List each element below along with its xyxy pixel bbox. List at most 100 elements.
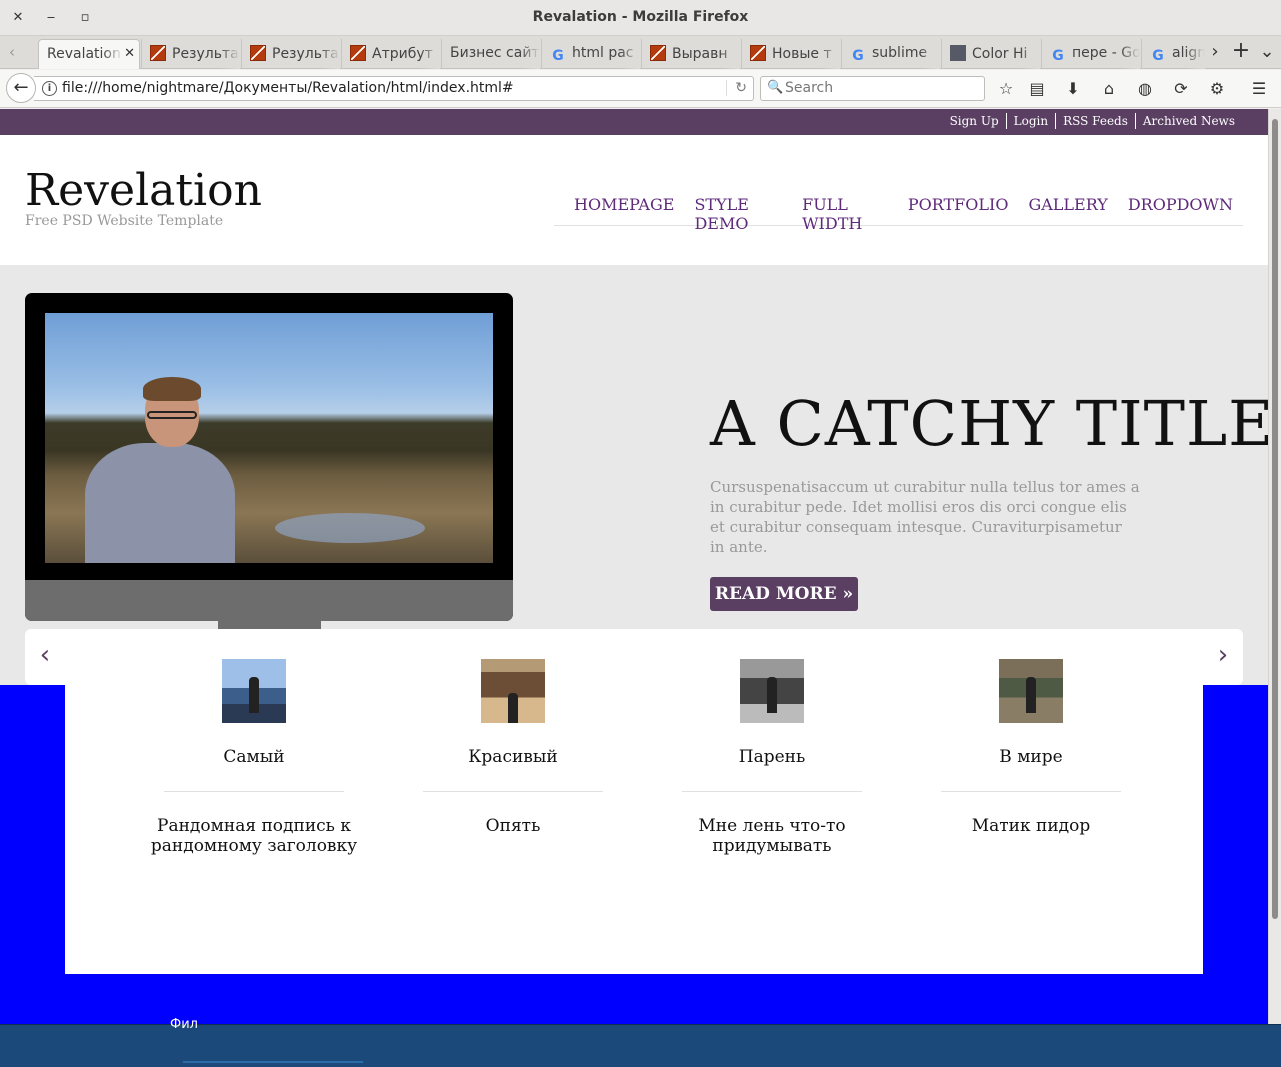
list-all-tabs-icon[interactable]: ⌄: [1256, 41, 1278, 62]
card-caption: Матик пидор: [971, 816, 1091, 836]
tab-strip: ‹ Revalation ✕ Результа Результа Атрибут…: [0, 36, 1281, 69]
scrollbar-thumb[interactable]: [1272, 119, 1278, 919]
site-title[interactable]: Revelation: [25, 165, 262, 216]
carousel-next-button[interactable]: ›: [1203, 629, 1243, 685]
card-divider: [164, 791, 344, 792]
nav-gallery[interactable]: GALLERY: [1028, 195, 1107, 225]
card-divider: [682, 791, 862, 792]
downloads-icon[interactable]: ⬇: [1062, 78, 1084, 100]
nav-full-width[interactable]: FULL WIDTH: [802, 195, 888, 233]
card-thumbnail[interactable]: [222, 659, 286, 723]
carousel: Самый Рандомная подпись к рандомному заг…: [65, 629, 1203, 974]
nav-portfolio[interactable]: PORTFOLIO: [908, 195, 1009, 225]
orange-grid-icon: [350, 45, 366, 61]
url-text: file:///home/nightmare/Документы/Revalat…: [62, 80, 514, 96]
carousel-prev-button[interactable]: ‹: [25, 629, 65, 685]
search-placeholder: Search: [785, 80, 834, 96]
hero-title: A CATCHY TITLE: [710, 387, 1268, 460]
page-scrollbar[interactable]: [1268, 109, 1281, 1024]
card-caption: Рандомная подпись к рандомному заголовку: [150, 816, 358, 856]
login-link[interactable]: Login: [1005, 113, 1055, 129]
tab-atribut[interactable]: Атрибут: [341, 39, 440, 69]
tab-label: sublime: [872, 45, 928, 61]
carousel-card: В мире Матик пидор: [921, 659, 1141, 836]
card-title: Самый: [223, 747, 285, 767]
card-caption: Мне лень что-то придумывать: [698, 816, 846, 856]
google-icon: G: [1152, 48, 1164, 64]
orange-grid-icon: [150, 45, 166, 61]
tabs-scroll-left-icon[interactable]: ‹: [2, 42, 22, 62]
new-tab-icon[interactable]: +: [1230, 38, 1252, 63]
reload-icon[interactable]: ↻: [726, 80, 747, 96]
nav-homepage[interactable]: HOMEPAGE: [574, 195, 674, 225]
rss-feeds-link[interactable]: RSS Feeds: [1055, 113, 1135, 129]
read-more-button[interactable]: READ MORE »: [710, 577, 858, 611]
nav-style-demo[interactable]: STYLE DEMO: [694, 195, 782, 233]
card-divider: [423, 791, 603, 792]
main-nav: HOMEPAGE STYLE DEMO FULL WIDTH PORTFOLIO…: [554, 195, 1243, 233]
card-title: Парень: [738, 747, 806, 767]
monitor-frame: [25, 293, 513, 621]
navigation-toolbar: i file:///home/nightmare/Документы/Reval…: [0, 70, 1281, 108]
tab-rezultat-2[interactable]: Результа: [241, 39, 340, 69]
nav-dropdown[interactable]: DROPDOWN: [1128, 195, 1233, 225]
carousel-card: Парень Мне лень что-то придумывать: [662, 659, 882, 856]
monitor-base: [25, 580, 513, 621]
tab-biznes-sayt[interactable]: Бизнес сайт: [441, 39, 540, 69]
hamburger-menu-icon[interactable]: ☰: [1248, 78, 1270, 100]
desktop-panel: Фил: [0, 1017, 1281, 1067]
top-links: Sign Up Login RSS Feeds Archived News: [943, 113, 1242, 129]
home-icon[interactable]: ⌂: [1098, 78, 1120, 100]
site-header: Revelation Free PSD Website Template HOM…: [0, 135, 1268, 265]
card-thumbnail[interactable]: [740, 659, 804, 723]
tab-align[interactable]: Galign: [1141, 39, 1205, 69]
card-title: Красивый: [468, 747, 558, 767]
carousel-card: Красивый Опять: [403, 659, 623, 836]
google-icon: G: [552, 48, 564, 64]
google-icon: G: [852, 48, 864, 64]
hero-section: A CATCHY TITLE Cursuspenatisaccum ut cur…: [0, 265, 1268, 685]
bookmark-star-icon[interactable]: ☆: [995, 78, 1017, 100]
search-input[interactable]: 🔍 Search: [760, 76, 985, 101]
desktop-panel-label: Фил: [170, 1017, 198, 1032]
url-bar[interactable]: i file:///home/nightmare/Документы/Reval…: [34, 76, 754, 101]
desktop-panel-indicator: [183, 1061, 363, 1063]
orange-grid-icon: [650, 45, 666, 61]
vpn-globe-icon[interactable]: ◍: [1134, 78, 1156, 100]
tabs-scroll-right-icon[interactable]: ›: [1204, 41, 1226, 62]
tab-revalation[interactable]: Revalation ✕: [38, 39, 140, 69]
card-divider: [941, 791, 1121, 792]
sync-icon[interactable]: ⟳: [1170, 78, 1192, 100]
back-button[interactable]: ←: [6, 73, 36, 103]
card-caption: Опять: [485, 816, 541, 836]
tab-rezultat-1[interactable]: Результа: [141, 39, 240, 69]
site-tagline: Free PSD Website Template: [25, 213, 224, 229]
grey-square-icon: [950, 45, 966, 61]
card-thumbnail[interactable]: [481, 659, 545, 723]
carousel-card: Самый Рандомная подпись к рандомному заг…: [144, 659, 364, 856]
hero-text: Cursuspenatisaccum ut curabitur nulla te…: [710, 478, 1140, 556]
page-viewport: Sign Up Login RSS Feeds Archived News Re…: [0, 109, 1268, 1024]
google-icon: G: [1052, 48, 1064, 64]
tab-novye[interactable]: Новые т: [741, 39, 840, 69]
tab-pere[interactable]: Gпере - Go: [1041, 39, 1140, 69]
extension-icon[interactable]: ⚙: [1206, 78, 1228, 100]
bookmarks-menu-icon[interactable]: ▤: [1026, 78, 1048, 100]
tab-html-pac[interactable]: Ghtml pac: [541, 39, 640, 69]
archived-news-link[interactable]: Archived News: [1134, 113, 1242, 129]
top-links-bar: Sign Up Login RSS Feeds Archived News: [0, 109, 1268, 135]
tab-vyravn[interactable]: Выравн: [641, 39, 740, 69]
card-thumbnail[interactable]: [999, 659, 1063, 723]
tab-color-hi[interactable]: Color Hi: [941, 39, 1040, 69]
card-title: В мире: [999, 747, 1063, 767]
orange-grid-icon: [250, 45, 266, 61]
tab-close-icon[interactable]: ✕: [124, 46, 135, 61]
sign-up-link[interactable]: Sign Up: [943, 113, 1006, 129]
orange-grid-icon: [750, 45, 766, 61]
info-icon[interactable]: i: [42, 81, 57, 96]
tab-sublime[interactable]: Gsublime: [841, 39, 940, 69]
search-icon: 🔍: [767, 80, 784, 95]
hero-photo: [45, 313, 493, 563]
monitor-stand: [218, 619, 321, 629]
window-titlebar: ✕ ‒ ▫ Revalation - Mozilla Firefox: [0, 0, 1281, 36]
